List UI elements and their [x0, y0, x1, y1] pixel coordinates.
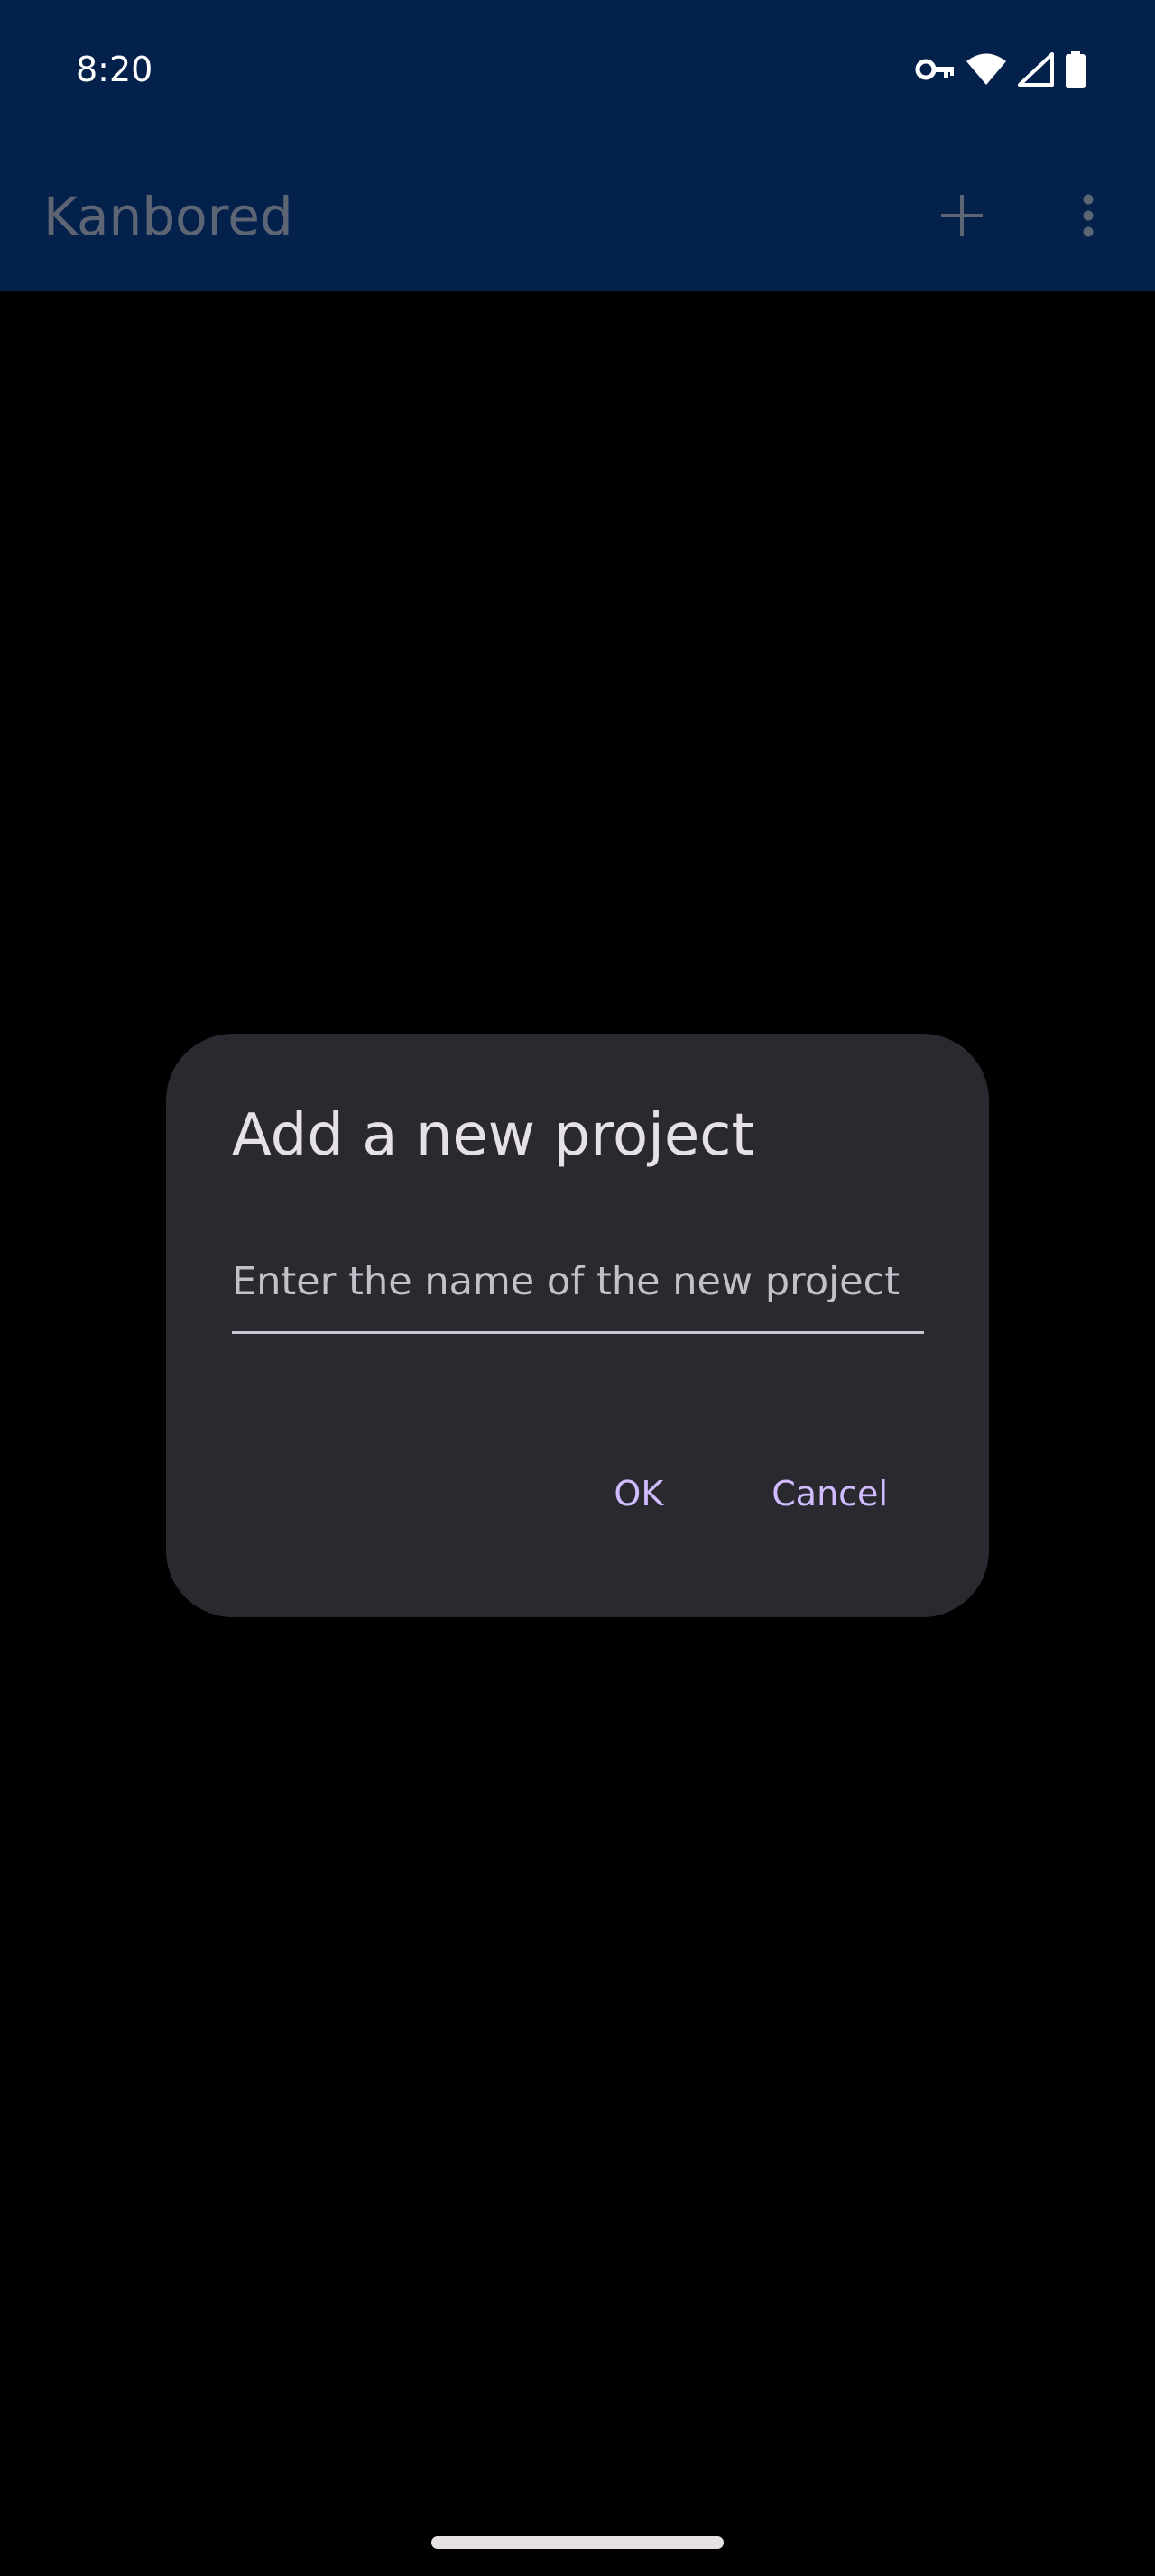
- vpn-key-icon: [915, 56, 955, 83]
- battery-icon: [1065, 51, 1086, 88]
- dialog-title: Add a new project: [232, 1102, 754, 1169]
- add-icon[interactable]: [933, 187, 991, 244]
- ok-button[interactable]: OK: [581, 1449, 696, 1539]
- cell-signal-icon: [1018, 52, 1054, 87]
- app-title: Kanbored: [43, 186, 293, 247]
- gesture-nav-handle[interactable]: [431, 2536, 724, 2549]
- cancel-button[interactable]: Cancel: [739, 1449, 920, 1539]
- wifi-icon: [966, 53, 1007, 86]
- status-bar: 8:20: [0, 0, 1155, 140]
- status-icons: [915, 47, 1086, 92]
- status-time: 8:20: [76, 50, 153, 89]
- project-name-input[interactable]: [232, 1248, 924, 1334]
- app-bar: Kanbored: [0, 140, 1155, 291]
- add-project-dialog: Add a new project OK Cancel: [166, 1034, 989, 1617]
- dialog-actions: OK Cancel: [581, 1449, 920, 1539]
- more-vertical-icon[interactable]: [1063, 187, 1113, 244]
